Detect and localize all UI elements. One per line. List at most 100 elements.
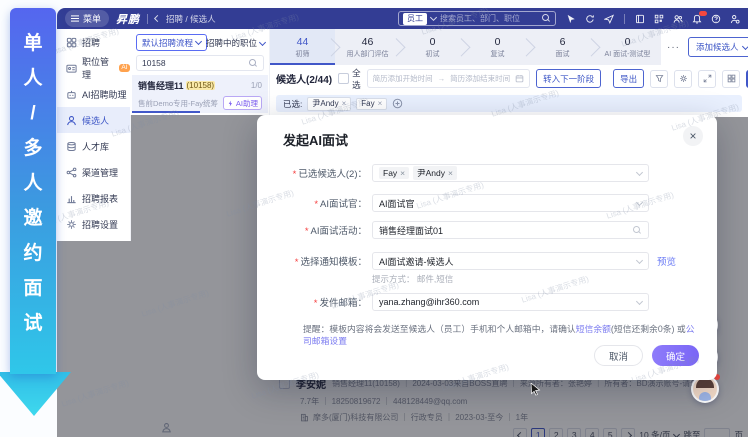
cursor-tool-icon[interactable]	[566, 14, 576, 24]
template-select[interactable]: AI面试邀请-候选人	[372, 252, 649, 270]
stage-label: 初筛	[296, 49, 310, 59]
ai-assistant-button[interactable]: AI助理	[223, 96, 262, 110]
cancel-button[interactable]: 取消	[594, 345, 643, 366]
stage-tab-first-interview[interactable]: 0 初试	[400, 29, 465, 65]
search-icon	[249, 59, 258, 68]
sidebar-item-talent-pool[interactable]: 人才库	[57, 133, 130, 159]
settings-button[interactable]	[674, 70, 692, 88]
field-sender: *发件邮箱： yana.zhang@ihr360.com	[257, 293, 717, 311]
remove-tag-icon[interactable]: ×	[378, 100, 383, 108]
sidebar-item-ai-assistant[interactable]: AI招聘助理	[57, 81, 130, 107]
menu-button[interactable]: 菜单	[65, 10, 109, 27]
modal-title: 发起AI面试	[283, 130, 348, 149]
field-label: 选择通知模板：	[300, 257, 367, 268]
bar-chart-icon	[66, 193, 77, 204]
stage-label: 初试	[426, 49, 440, 59]
notifications-button[interactable]	[692, 14, 702, 24]
job-search-value: 10158	[142, 58, 166, 68]
card-view-button[interactable]	[722, 70, 740, 88]
activity-search-select[interactable]: 销售经理面试01	[372, 221, 649, 239]
user-icon	[66, 115, 77, 126]
search-icon[interactable]	[542, 14, 551, 23]
divider	[624, 14, 625, 24]
book-icon[interactable]	[635, 14, 645, 24]
stage-pipeline: 44 初筛 46 用人部门评估 0 初试 0 复试 6 面试	[270, 29, 660, 65]
remove-tag-icon[interactable]: ×	[400, 168, 405, 178]
preview-link[interactable]: 预览	[657, 254, 676, 268]
chevron-down-icon	[741, 42, 748, 49]
remove-tag-icon[interactable]: ×	[342, 100, 347, 108]
close-button[interactable]: ×	[683, 126, 703, 146]
back-icon[interactable]	[154, 15, 161, 22]
flow-select-label: 默认招聘流程	[142, 37, 193, 49]
candidate-tag[interactable]: 尹Andy ×	[413, 166, 457, 180]
qr-code-icon[interactable]	[654, 14, 664, 24]
more-stages-button[interactable]: ···	[667, 42, 680, 53]
send-icon[interactable]	[604, 14, 614, 24]
sidebar-item-candidates[interactable]: 候选人	[57, 107, 130, 133]
stage-tab-dept-eval[interactable]: 46 用人部门评估	[335, 29, 400, 65]
sidebar-item-recruiting[interactable]: 招聘	[57, 29, 130, 55]
banner-char: 多	[23, 139, 42, 158]
stage-label: 用人部门评估	[347, 49, 389, 59]
reminder-text: 提醒：模板内容将会发送至候选人（员工）手机和个人邮箱中，请确认短信余额(短信还剩…	[303, 323, 695, 348]
close-icon: ×	[689, 129, 696, 143]
search-icon	[633, 226, 642, 235]
sender-email-select[interactable]: yana.zhang@ihr360.com	[372, 293, 649, 311]
account-settings-icon[interactable]	[730, 14, 740, 24]
chevron-down-icon	[259, 38, 266, 45]
collapsed-person-icon[interactable]	[161, 422, 172, 433]
robot-icon	[66, 89, 77, 100]
sidebar-item-settings[interactable]: 招聘设置	[57, 211, 130, 237]
flow-select-button[interactable]: 默认招聘流程	[136, 34, 207, 51]
selected-tag[interactable]: 尹Andy ×	[307, 97, 351, 111]
sidebar-item-job-management[interactable]: 职位管理 AI	[57, 55, 130, 81]
search-input[interactable]: 搜索员工、部门、职位	[440, 13, 538, 24]
stage-tab-ai-interview[interactable]: 0 AI 面试-测试型	[595, 29, 660, 65]
tag-name: 尹Andy	[312, 98, 338, 109]
search-scope-select[interactable]: 员工	[403, 13, 427, 25]
refresh-icon[interactable]	[585, 14, 595, 24]
sidebar-item-label: 人才库	[82, 140, 109, 153]
sms-balance-link[interactable]: 短信余额	[576, 324, 611, 334]
top-navbar: 菜单 昇鹏 招聘 / 候选人 员工 搜索员工、部门、职位	[57, 8, 748, 29]
remove-tag-icon[interactable]: ×	[448, 168, 453, 178]
add-candidate-button[interactable]: 添加候选人	[688, 37, 748, 57]
users-icon[interactable]	[673, 14, 683, 24]
interviewer-select[interactable]: AI面试官	[372, 194, 649, 212]
stage-tab-second-interview[interactable]: 0 复试	[465, 29, 530, 65]
grid-icon	[66, 37, 77, 48]
export-button[interactable]: 导出	[613, 69, 644, 88]
job-title: 销售经理11	[138, 79, 184, 92]
filter-button[interactable]	[650, 70, 668, 88]
stage-count: 0	[625, 36, 631, 48]
candidate-tag[interactable]: Fay ×	[379, 167, 409, 179]
selected-tag[interactable]: Fay ×	[356, 98, 387, 110]
candidates-multiselect[interactable]: Fay × 尹Andy ×	[372, 164, 649, 182]
next-stage-button[interactable]: 转入下一阶段	[536, 69, 601, 88]
stage-count: 0	[495, 36, 501, 48]
sidebar-item-reports[interactable]: 招聘报表	[57, 185, 130, 211]
confirm-button[interactable]: 确定	[652, 345, 699, 366]
sidebar-item-label: 职位管理	[82, 55, 112, 81]
job-search-input[interactable]: 10158	[136, 55, 264, 71]
selected-candidates-bar: 已选: 尹Andy × Fay ×	[276, 95, 742, 112]
select-all-checkbox[interactable]: 全选	[338, 67, 361, 91]
fullscreen-button[interactable]	[698, 70, 716, 88]
sidebar-item-label: AI招聘助理	[82, 88, 127, 101]
help-icon[interactable]	[711, 14, 721, 24]
global-search[interactable]: 员工 搜索员工、部门、职位	[398, 11, 556, 26]
banner-char: /	[30, 104, 35, 123]
app-window: 菜单 昇鹏 招聘 / 候选人 员工 搜索员工、部门、职位	[57, 8, 748, 437]
stage-tab-screening[interactable]: 44 初筛	[270, 29, 335, 65]
banner-char: 约	[23, 244, 42, 263]
date-range-input[interactable]: 简历添加开始时间 → 简历添加结束时间	[367, 69, 531, 88]
jobs-filter-label: 招聘中的职位	[206, 37, 257, 49]
add-selection-button[interactable]	[392, 98, 403, 109]
breadcrumb[interactable]: 招聘 / 候选人	[166, 13, 216, 25]
jobs-filter-select[interactable]: 招聘中的职位	[206, 37, 265, 49]
sidebar-item-channels[interactable]: 渠道管理	[57, 159, 130, 185]
job-card[interactable]: 销售经理11 (10158) 1/0 售前Demo专用-Fay统筹 AI助理	[132, 75, 268, 113]
gear-icon	[66, 219, 77, 230]
stage-tab-interview[interactable]: 6 面试	[530, 29, 595, 65]
